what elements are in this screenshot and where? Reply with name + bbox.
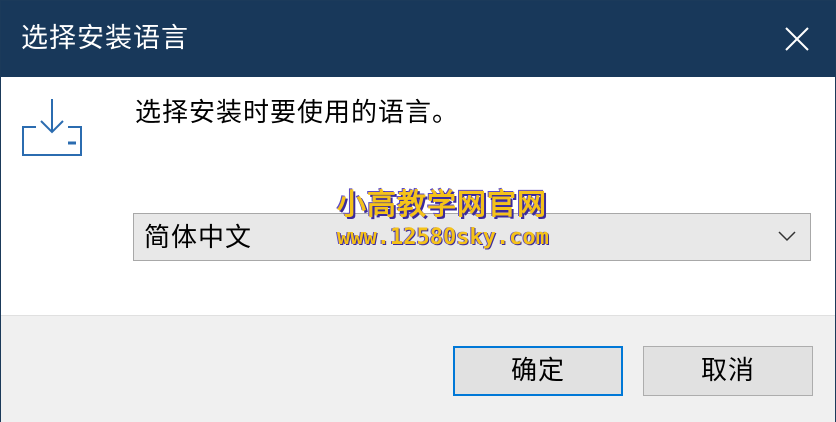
language-select-value: 简体中文 <box>144 223 253 253</box>
watermark-url: www.12580sky.com <box>337 225 549 250</box>
watermark: 小高教学网官网 www.12580sky.com <box>337 187 607 257</box>
button-bar: 确定 取消 <box>1 315 835 422</box>
title-bar: 选择安装语言 <box>1 1 835 77</box>
setup-dialog: 选择安装语言 选择安装时要使用的语言。 简体中文 小高教学网官网 www.125… <box>0 0 836 422</box>
install-download-icon <box>22 99 82 156</box>
chevron-down-icon <box>778 231 796 242</box>
close-icon <box>785 27 809 51</box>
cancel-button[interactable]: 取消 <box>643 346 813 396</box>
prompt-text: 选择安装时要使用的语言。 <box>135 98 460 128</box>
dialog-content: 选择安装时要使用的语言。 简体中文 小高教学网官网 www.12580sky.c… <box>1 77 835 315</box>
close-button[interactable] <box>759 1 835 77</box>
watermark-title: 小高教学网官网 <box>337 187 548 221</box>
ok-button[interactable]: 确定 <box>453 346 623 396</box>
window-title: 选择安装语言 <box>21 23 189 54</box>
